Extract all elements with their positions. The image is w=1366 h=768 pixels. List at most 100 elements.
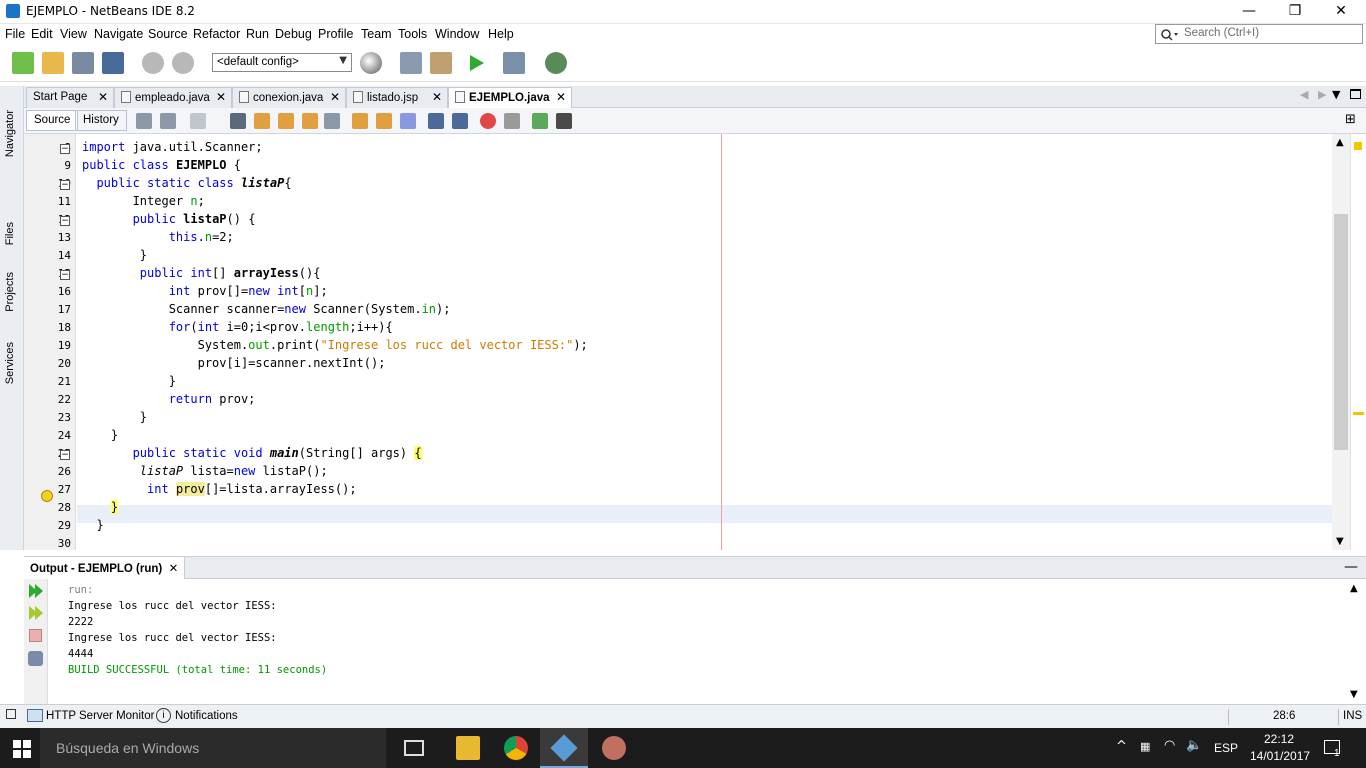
open-project-icon[interactable] [72, 52, 94, 74]
clean-build-icon[interactable] [430, 52, 452, 74]
menu-refactor[interactable]: Refactor [193, 27, 240, 41]
menu-help[interactable]: Help [488, 27, 514, 41]
tab-scroll-left-icon[interactable]: ◀ [1300, 88, 1308, 101]
menu-edit[interactable]: Edit [31, 27, 53, 41]
stop-macro-icon[interactable] [504, 113, 520, 129]
tab-ejemplo-java[interactable]: EJEMPLO.java ✕ [448, 87, 572, 108]
close-icon[interactable]: ✕ [169, 563, 179, 575]
navigator-panel-tab[interactable]: Navigator [4, 110, 16, 157]
clock-time[interactable]: 22:12 [1264, 732, 1294, 746]
menu-view[interactable]: View [60, 27, 87, 41]
undo-icon[interactable] [142, 52, 164, 74]
last-edit-icon[interactable] [136, 113, 152, 129]
files-panel-tab[interactable]: Files [4, 222, 16, 245]
tab-list-icon[interactable]: ▼ [1332, 88, 1340, 101]
source-view-button[interactable]: Source [26, 110, 79, 131]
tab-empleado-java[interactable]: empleado.java ✕ [114, 87, 232, 108]
fold-toggle-icon[interactable]: − [60, 450, 70, 460]
minimize-button[interactable]: — [1226, 0, 1272, 24]
chrome-icon[interactable] [504, 736, 528, 760]
tab-conexion-java[interactable]: conexion.java ✕ [232, 87, 346, 108]
close-icon[interactable]: ✕ [556, 90, 566, 104]
close-icon[interactable]: ✕ [98, 90, 108, 104]
scroll-up-icon[interactable]: ▲ [1336, 137, 1344, 148]
globe-icon[interactable] [360, 52, 382, 74]
stop-icon[interactable] [29, 629, 42, 642]
scroll-up-icon[interactable]: ▲ [1350, 583, 1358, 594]
rerun-with-params-icon[interactable] [28, 605, 44, 621]
tab-scroll-right-icon[interactable]: ▶ [1318, 88, 1326, 101]
previous-bookmark-icon[interactable] [352, 113, 368, 129]
maximize-icon[interactable] [1350, 89, 1361, 99]
menu-tools[interactable]: Tools [398, 27, 427, 41]
next-bookmark-icon[interactable] [376, 113, 392, 129]
close-window-button[interactable]: ✕ [1318, 0, 1364, 24]
toggle-highlight-icon[interactable] [302, 113, 318, 129]
taskbar-search[interactable]: Búsqueda en Windows [40, 728, 386, 768]
windows-start-icon[interactable] [13, 740, 31, 758]
clock-date[interactable]: 14/01/2017 [1250, 749, 1310, 763]
scroll-down-icon[interactable]: ▼ [1350, 689, 1358, 700]
fold-toggle-icon[interactable]: − [60, 144, 70, 154]
network-icon[interactable]: ▦ [1140, 740, 1150, 753]
fold-toggle-icon[interactable]: − [60, 216, 70, 226]
restore-panel-icon[interactable] [6, 709, 16, 719]
build-icon[interactable] [400, 52, 422, 74]
menu-team[interactable]: Team [361, 27, 392, 41]
file-explorer-icon[interactable] [456, 736, 480, 760]
save-all-icon[interactable] [102, 52, 124, 74]
toggle-bookmark-icon[interactable] [400, 113, 416, 129]
shift-left-icon[interactable] [428, 113, 444, 129]
close-icon[interactable]: ✕ [432, 90, 442, 104]
profile-icon[interactable] [545, 52, 567, 74]
comment-icon[interactable] [532, 113, 548, 129]
lightbulb-hint-icon[interactable] [41, 490, 53, 502]
notifications-button[interactable]: Notifications [175, 710, 238, 722]
menu-run[interactable]: Run [246, 27, 269, 41]
wifi-icon[interactable]: ◠ [1164, 738, 1175, 753]
warning-line-marker[interactable] [1353, 412, 1364, 415]
menu-profile[interactable]: Profile [318, 27, 353, 41]
scroll-down-icon[interactable]: ▼ [1336, 536, 1344, 547]
back-icon[interactable] [160, 113, 176, 129]
tab-start-page[interactable]: Start Page ✕ [26, 87, 114, 108]
rerun-icon[interactable] [28, 583, 44, 599]
code-editor[interactable]: 78−910−1112−131415−16171819202122232425−… [24, 134, 1366, 550]
minimize-panel-icon[interactable]: — [1344, 559, 1358, 575]
menu-file[interactable]: File [5, 27, 25, 41]
services-panel-tab[interactable]: Services [4, 342, 16, 384]
menu-debug[interactable]: Debug [275, 27, 312, 41]
forward-icon[interactable] [190, 113, 206, 129]
output-tab[interactable]: Output - EJEMPLO (run) ✕ [24, 557, 186, 579]
config-select[interactable]: <default config> ▼ [212, 53, 352, 72]
fold-toggle-icon[interactable]: − [60, 270, 70, 280]
restore-button[interactable]: ❐ [1272, 0, 1318, 24]
volume-icon[interactable]: 🔈 [1186, 738, 1202, 753]
http-monitor-button[interactable]: HTTP Server Monitor [46, 710, 154, 722]
history-view-button[interactable]: History [75, 110, 127, 131]
paint-icon[interactable] [602, 736, 626, 760]
start-macro-icon[interactable] [480, 113, 496, 129]
search-input[interactable]: Search (Ctrl+I) [1155, 24, 1363, 44]
editor-scrollbar-thumb[interactable] [1334, 214, 1348, 450]
input-language[interactable]: ESP [1214, 741, 1238, 755]
debug-icon[interactable] [503, 52, 525, 74]
menu-window[interactable]: Window [435, 27, 479, 41]
tab-listado-jsp[interactable]: listado.jsp ✕ [346, 87, 448, 108]
shift-right-icon[interactable] [452, 113, 468, 129]
uncomment-icon[interactable] [556, 113, 572, 129]
rect-selection-icon[interactable] [324, 113, 340, 129]
find-next-icon[interactable] [278, 113, 294, 129]
new-project-icon[interactable] [42, 52, 64, 74]
find-icon[interactable] [230, 113, 246, 129]
settings-icon[interactable] [28, 651, 43, 666]
close-icon[interactable]: ✕ [330, 90, 340, 104]
warning-marker-icon[interactable] [1354, 142, 1362, 150]
split-editor-icon[interactable]: ⊞ [1345, 112, 1356, 127]
new-file-icon[interactable] [12, 52, 34, 74]
find-previous-icon[interactable] [254, 113, 270, 129]
close-icon[interactable]: ✕ [216, 90, 226, 104]
run-icon[interactable] [465, 52, 487, 74]
menu-source[interactable]: Source [148, 27, 188, 41]
menu-navigate[interactable]: Navigate [94, 27, 143, 41]
